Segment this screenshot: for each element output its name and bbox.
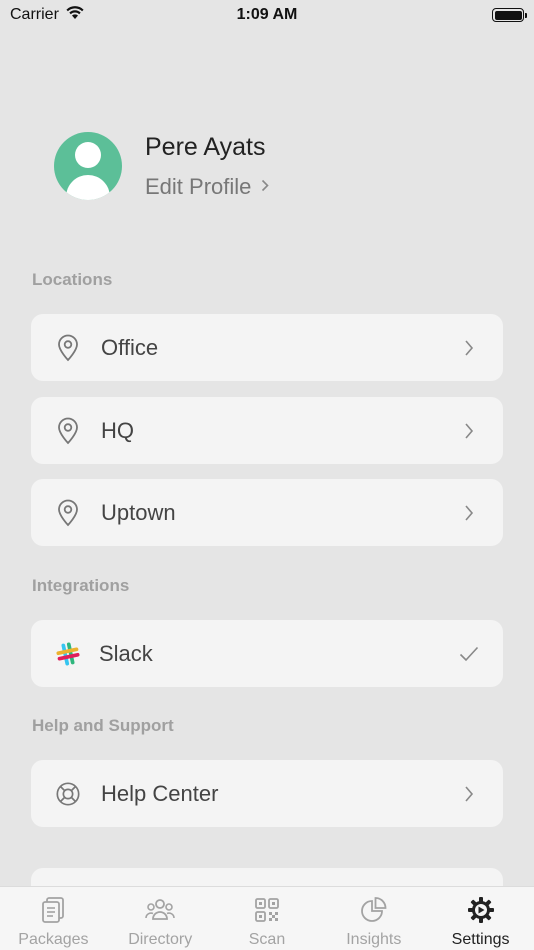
packages-icon: [38, 895, 68, 925]
tab-label: Insights: [346, 931, 402, 948]
directory-icon: [145, 895, 175, 925]
wifi-icon: [65, 5, 85, 25]
help-center-row[interactable]: Help Center: [31, 760, 503, 827]
location-row-hq[interactable]: HQ: [31, 397, 503, 464]
location-label: Uptown: [101, 499, 176, 525]
profile-header[interactable]: Pere Ayats Edit Profile: [54, 130, 494, 202]
integration-label: Slack: [99, 640, 153, 666]
tab-packages[interactable]: Packages: [0, 887, 107, 950]
tab-label: Scan: [248, 931, 286, 948]
section-title-help: Help and Support: [32, 716, 174, 735]
tab-label: Settings: [451, 931, 510, 948]
battery-icon: [492, 8, 527, 22]
section-title-locations: Locations: [32, 270, 113, 289]
carrier-signal: Carrier: [10, 5, 85, 25]
location-pin-icon: [55, 416, 81, 446]
lifebuoy-icon: [55, 779, 81, 809]
location-pin-icon: [55, 498, 81, 528]
integration-row-slack[interactable]: Slack: [31, 620, 503, 687]
chevron-right-icon: [459, 419, 479, 443]
help-center-label: Help Center: [101, 780, 219, 806]
tab-insights[interactable]: Insights: [320, 887, 427, 950]
carrier-label: Carrier: [10, 6, 59, 23]
gear-icon: [466, 895, 496, 925]
location-label: Office: [101, 334, 159, 360]
section-title-integrations: Integrations: [32, 576, 130, 595]
tab-settings[interactable]: Settings: [427, 887, 534, 950]
chevron-right-icon: [261, 176, 270, 197]
avatar: [54, 132, 122, 200]
slack-icon: [55, 639, 81, 669]
profile-name: Pere Ayats: [145, 132, 266, 161]
location-label: HQ: [101, 417, 134, 443]
qr-code-icon: [252, 895, 282, 925]
tab-bar: Packages Directory Scan Insights Setting…: [0, 886, 534, 950]
chevron-right-icon: [459, 501, 479, 525]
chevron-right-icon: [459, 782, 479, 806]
chevron-right-icon: [459, 336, 479, 360]
tab-scan[interactable]: Scan: [214, 887, 321, 950]
location-row-uptown[interactable]: Uptown: [31, 479, 503, 546]
tab-label: Packages: [18, 931, 89, 948]
tab-directory[interactable]: Directory: [107, 887, 214, 950]
edit-profile-label: Edit Profile: [145, 173, 252, 199]
status-bar: Carrier 1:09 AM: [0, 0, 534, 30]
edit-profile-link[interactable]: Edit Profile: [145, 173, 270, 200]
location-pin-icon: [55, 333, 81, 363]
pie-chart-icon: [359, 895, 389, 925]
tab-label: Directory: [128, 931, 193, 948]
checkmark-icon: [459, 642, 479, 666]
location-row-office[interactable]: Office: [31, 314, 503, 381]
